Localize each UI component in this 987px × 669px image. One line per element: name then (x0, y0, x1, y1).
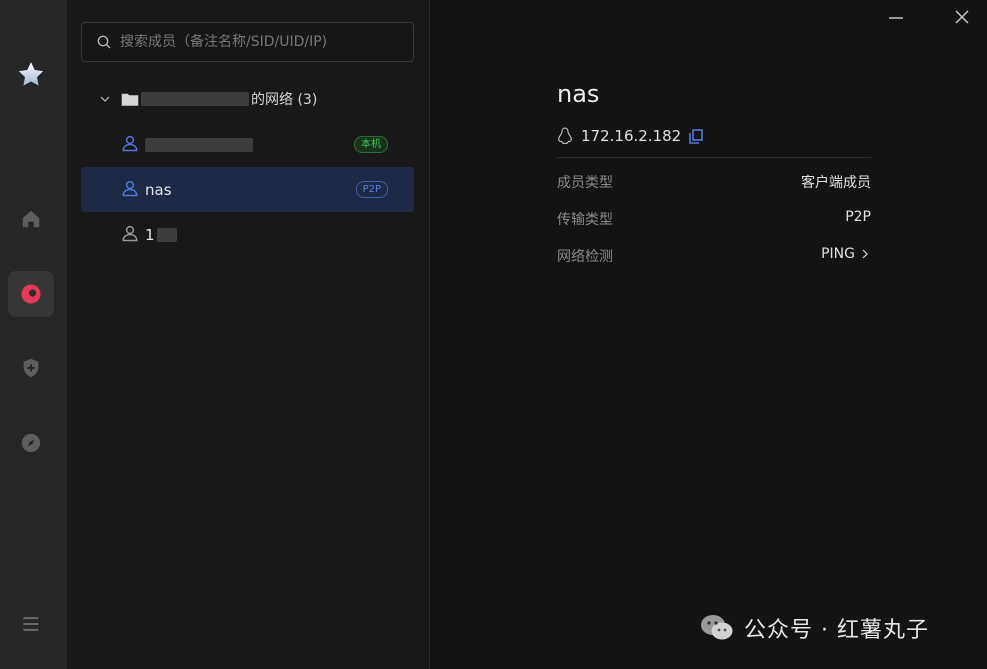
member-panel: 的网络 (3) 本机 nas P2P 1 (67, 0, 430, 669)
info-value: P2P (845, 209, 871, 225)
redacted-network-name (141, 92, 249, 106)
copy-icon[interactable] (689, 128, 704, 144)
nav-home[interactable] (8, 196, 54, 242)
close-button[interactable] (951, 6, 973, 28)
home-icon (22, 210, 40, 228)
search-box[interactable] (81, 22, 414, 62)
nav-network[interactable] (8, 271, 54, 317)
minimize-button[interactable] (885, 6, 907, 28)
info-label: 网络检测 (557, 249, 613, 265)
sidebar (0, 0, 67, 669)
redacted-member-name (145, 137, 253, 152)
star-icon (18, 62, 44, 86)
nav-discover[interactable] (8, 420, 54, 466)
nav-menu[interactable] (8, 601, 54, 647)
network-group-header[interactable]: 的网络 (3) (99, 86, 317, 112)
user-icon (122, 225, 138, 242)
network-group-title: 的网络 (3) (251, 92, 318, 108)
search-input[interactable] (120, 34, 410, 50)
user-icon (122, 135, 138, 152)
redacted-member-name (156, 227, 177, 242)
info-label: 传输类型 (557, 212, 613, 228)
info-row-member-type: 成员类型 客户端成员 (557, 172, 871, 192)
chevron-right-icon (862, 249, 868, 259)
compass-icon (21, 433, 41, 453)
watermark: 公众号 · 红薯丸子 (700, 612, 929, 644)
close-icon (955, 10, 969, 24)
chevron-down-icon[interactable] (99, 93, 111, 105)
minimize-icon (889, 17, 903, 19)
linux-icon (558, 127, 572, 144)
info-row-transport-type: 传输类型 P2P (557, 209, 871, 229)
member-row-nas[interactable]: nas P2P (81, 167, 414, 212)
member-ip[interactable]: 172.16.2.182 (581, 127, 681, 145)
wechat-icon (701, 615, 733, 640)
ip-row: 172.16.2.182 (557, 126, 704, 146)
menu-icon (23, 617, 39, 631)
info-value: 客户端成员 (801, 175, 871, 191)
user-icon (122, 180, 138, 197)
watermark-text: 公众号 · 红薯丸子 (744, 618, 929, 643)
detail-divider (557, 157, 871, 158)
shield-plus-icon (23, 358, 39, 378)
member-name: 1 (145, 225, 155, 244)
info-label: 成员类型 (557, 175, 613, 191)
search-icon (97, 35, 111, 49)
network-icon (21, 284, 41, 304)
member-row-offline[interactable]: 1 (81, 212, 414, 257)
ping-label: PING (821, 246, 855, 262)
sidebar-logo[interactable] (8, 52, 54, 98)
p2p-badge: P2P (355, 181, 388, 198)
ping-link[interactable]: PING (821, 246, 871, 262)
member-name: nas (145, 180, 172, 199)
member-detail-name: nas (557, 80, 600, 108)
info-row-network-check[interactable]: 网络检测 PING (557, 246, 871, 266)
folder-icon (121, 93, 139, 106)
nav-security[interactable] (8, 345, 54, 391)
member-row-local[interactable]: 本机 (81, 122, 414, 167)
local-badge: 本机 (354, 136, 388, 153)
